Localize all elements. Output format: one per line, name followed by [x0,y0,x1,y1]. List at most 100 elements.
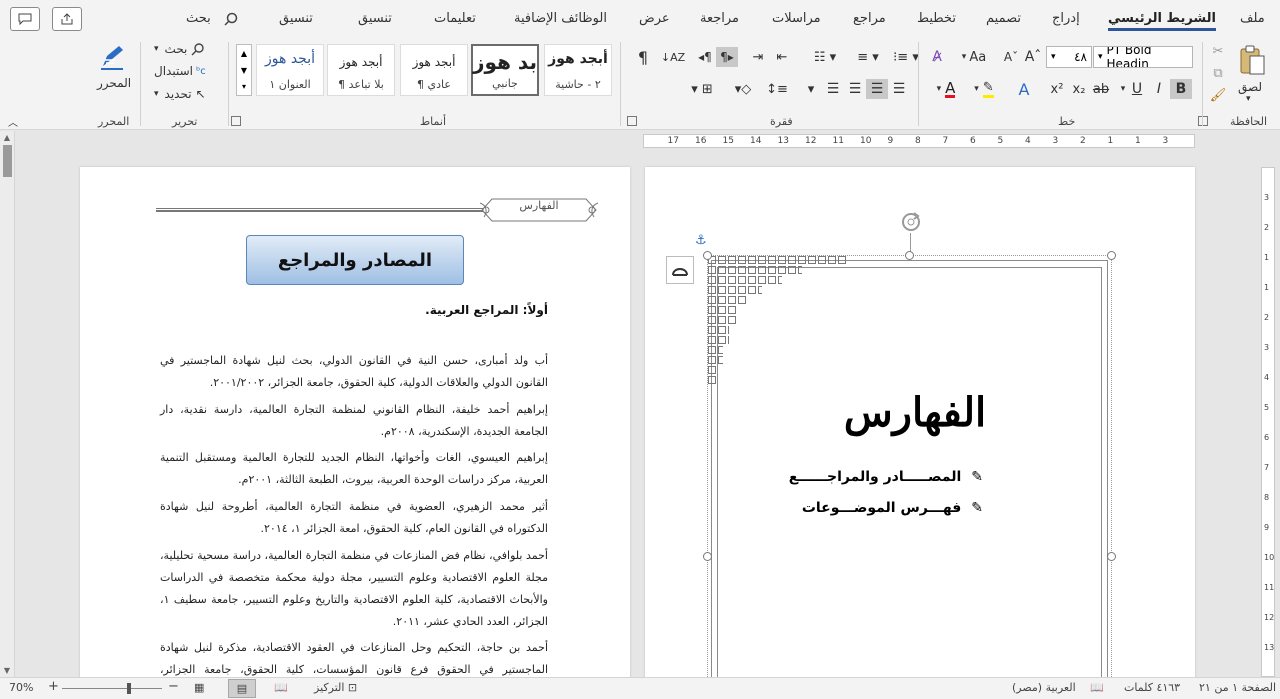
styles-gallery-scroll[interactable]: ▲ ▼ ▾ [236,44,252,96]
reference-entry: إبراهيم أحمد خليفة، النظام القانوني لمنظ… [160,403,548,438]
style-footnote[interactable]: أبجد هوز ٢ - حاشية [544,44,612,96]
vertical-ruler[interactable]: 3 2 1 1 2 3 4 5 6 7 8 9 10 11 12 13 [1261,167,1275,677]
numbering-button[interactable]: ≡ ▾ [850,47,886,67]
page-number[interactable]: الصفحة ١ من ٢١ [1199,681,1276,694]
style-sample: أبجد هوز [412,55,456,69]
zoom-slider[interactable] [62,688,162,689]
indent-increase-button[interactable]: ⇥ [747,47,769,67]
resize-handle-l[interactable] [703,552,712,561]
tab-mailings[interactable]: مراسلات [772,11,821,26]
text-effects-button[interactable]: A [1012,79,1036,99]
font-launcher-icon[interactable] [1198,116,1208,126]
resize-handle-tr[interactable] [1107,251,1116,260]
align-left-button[interactable]: ☰ [844,79,866,99]
indent-decrease-button[interactable]: ⇤ [771,47,793,67]
underline-button[interactable]: U [1126,79,1148,99]
select-button[interactable]: ▾ تحديد ↖ [154,86,220,102]
cut-button[interactable]: ✂ [1208,42,1228,60]
language-indicator[interactable]: العربية (مصر) [1012,681,1076,694]
tab-addins[interactable]: الوظائف الإضافية [514,11,607,26]
wrap-text-icon [672,268,688,276]
ruler-tick-label: 8 [915,136,921,146]
zoom-slider-thumb[interactable] [126,683,131,694]
borders-button[interactable]: ▾ ⊞ [682,79,722,99]
print-layout-button[interactable]: ▤ [228,679,256,698]
layout-options-button[interactable] [666,256,694,284]
style-side[interactable]: بد هوز جانبي [471,44,539,96]
paste-dropdown-icon[interactable]: ▾ [1246,94,1251,104]
style-no-spacing[interactable]: أبجد هوز ¶ بلا تباعد [327,44,395,96]
font-size-select[interactable]: ▾ ٤٨ [1046,46,1092,68]
highlight-button[interactable]: ▾ ✎ [966,79,1002,99]
zoom-percent[interactable]: 70% [9,681,33,694]
zoom-in-button[interactable]: + [48,679,59,694]
justify-button[interactable]: ☰ [822,79,844,99]
paste-button[interactable] [1234,42,1270,78]
tab-references[interactable]: مراجع [853,11,886,26]
tab-view[interactable]: عرض [639,11,670,26]
editor-button[interactable] [92,40,132,74]
shading-button[interactable]: ▾◇ [730,79,756,99]
align-center-button[interactable]: ☰ [866,79,888,99]
format-painter-button[interactable]: 🖌 [1208,86,1228,104]
tab-insert[interactable]: إدراج [1052,11,1080,26]
align-right-button[interactable]: ☰ [888,79,910,99]
vruler-tick-label: 8 [1264,493,1270,502]
clear-format-button[interactable]: A̷ [926,47,948,67]
paragraph-launcher-icon[interactable] [627,116,637,126]
tab-format-1[interactable]: تنسيق [358,11,392,26]
resize-handle-tl[interactable] [703,251,712,260]
web-layout-icon[interactable]: ▦ [194,681,204,694]
line-spacing-button[interactable]: ↕≡ [764,79,790,99]
font-color-button[interactable]: ▾ A [928,79,964,99]
reference-entry: أحمد بن حاجة، التحكيم وحل المنازعات في ا… [160,641,548,676]
rotate-handle[interactable] [900,211,922,233]
font-name-select[interactable]: ▾ PT Bold Headin [1093,46,1193,68]
shrink-font-button[interactable]: Aˇ [1002,47,1020,67]
bullets-icon: ⁝≡ ▾ [893,49,919,65]
change-case-button[interactable]: ▾ Aa [956,47,992,67]
multilevel-list-button[interactable]: ☷ ▾ [805,47,845,67]
comments-button[interactable] [10,7,40,31]
superscript-button[interactable]: x² [1046,79,1068,99]
collapse-ribbon-icon[interactable]: ︿ [8,114,18,129]
tab-home[interactable]: الشريط الرئيسي [1108,11,1216,31]
page-right[interactable]: ⚓ الفهارس ✎المصـــــادر والمراجــــــع ✎… [645,167,1195,677]
proofing-icon[interactable]: 📖 [1090,681,1104,694]
subscript-button[interactable]: x₂ [1068,79,1090,99]
strikethrough-button[interactable]: ab [1090,79,1112,99]
style-heading1[interactable]: أبجد هوز العنوان ١ [256,44,324,96]
bold-button[interactable]: B [1170,79,1192,99]
style-normal[interactable]: أبجد هوز ¶ عادي [400,44,468,96]
tab-review[interactable]: مراجعة [700,11,739,26]
tab-search[interactable]: بحث [186,11,211,26]
distributed-button[interactable]: ▾ [800,79,822,99]
page-left[interactable]: الفهارس المصادر والمراجع أولاً: المراجع … [80,167,630,677]
show-marks-button[interactable]: ¶ [634,47,652,67]
zoom-out-button[interactable]: − [168,679,179,694]
tab-design[interactable]: تصميم [986,11,1021,26]
replace-button[interactable]: استبدال ᵇc [154,63,220,79]
resize-handle-t[interactable] [905,251,914,260]
resize-handle-r[interactable] [1107,552,1116,561]
grow-font-button[interactable]: Aˆ [1024,47,1042,67]
title-box[interactable]: المصادر والمراجع [246,235,464,285]
rtl-button[interactable]: ◂¶ [694,47,716,67]
share-button[interactable] [52,7,82,31]
vertical-scrollbar[interactable]: ▲ ▼ [0,131,15,677]
focus-button[interactable]: التركيز ⊡ [314,681,357,694]
copy-button[interactable]: ⧉ [1208,64,1228,82]
styles-launcher-icon[interactable] [231,116,241,126]
tab-file[interactable]: ملف [1240,11,1265,26]
ltr-button[interactable]: ¶▸ [716,47,738,67]
tab-layout[interactable]: تخطيط [917,11,956,26]
read-mode-icon[interactable]: 📖 [274,681,288,694]
find-button[interactable]: ▾ بحث [154,41,220,57]
italic-button[interactable]: I [1148,79,1170,99]
word-count[interactable]: ٤١٦٣ كلمات [1124,681,1180,694]
scroll-thumb[interactable] [3,145,12,177]
tab-help[interactable]: تعليمات [434,11,476,26]
horizontal-ruler[interactable]: 3 1 1 2 3 4 5 6 7 8 9 10 11 12 13 14 15 16 17 [643,134,1195,148]
sort-button[interactable]: ↓AZ [661,47,685,67]
tab-format-2[interactable]: تنسيق [279,11,313,26]
